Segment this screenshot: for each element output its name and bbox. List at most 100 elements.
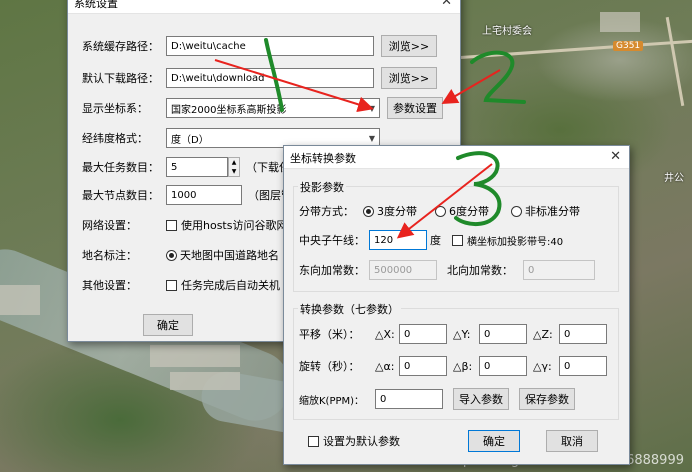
hosts-checkbox[interactable] [166, 219, 177, 231]
max-node-row: 最大节点数目： 1000 （图层管 [82, 185, 292, 205]
transform-group-title: 转换参数（七参数） [298, 301, 401, 317]
dgamma-label: △γ: [533, 359, 552, 373]
shift-label: 平移（米）： [299, 328, 360, 341]
building-block [170, 372, 240, 390]
central-meridian-input[interactable]: 120 [369, 230, 427, 250]
place-label-label: 地名标注： [82, 249, 137, 262]
zone-label: 分带方式： [299, 205, 354, 218]
shift-row: 平移（米）： △X: 0 △Y: 0 △Z: 0 [299, 324, 607, 344]
dy-input[interactable]: 0 [479, 324, 527, 344]
param-settings-button[interactable]: 参数设置 [387, 97, 443, 119]
import-params-button[interactable]: 导入参数 [453, 388, 509, 410]
scale-label: 缩放K(PPM)： [299, 395, 365, 407]
lonlat-format-value: 度（D） [171, 134, 209, 146]
dz-input[interactable]: 0 [559, 324, 607, 344]
add-zone-checkbox[interactable] [452, 234, 463, 246]
rotation-row: 旋转（秒）： △α: 0 △β: 0 △γ: 0 [299, 356, 607, 376]
scale-row: 缩放K(PPM)： 0 导入参数 保存参数 [299, 388, 575, 410]
coord-system-select[interactable]: 国家2000坐标系高斯投影 ▼ [166, 98, 380, 118]
default-row: 设置为默认参数 [308, 433, 400, 449]
east-offset-input[interactable]: 500000 [369, 260, 437, 280]
max-node-input[interactable]: 1000 [166, 185, 242, 205]
coord-system-row: 显示坐标系： 国家2000坐标系高斯投影 ▼ 参数设置 [82, 97, 443, 119]
auto-shutdown-checkbox[interactable] [166, 279, 177, 291]
auto-shutdown-label: 任务完成后自动关机 [181, 279, 280, 292]
map-place-label-east: 井公 [664, 173, 684, 184]
dgamma-input[interactable]: 0 [559, 356, 607, 376]
coord-system-value: 国家2000坐标系高斯投影 [171, 104, 287, 116]
place-label-row: 地名标注： 天地图中国道路地名 [82, 247, 279, 263]
lonlat-format-label: 经纬度格式： [82, 132, 148, 145]
zone-row: 分带方式： 3度分带 6度分带 非标准分带 [299, 203, 580, 219]
chevron-down-icon: ▼ [368, 103, 375, 113]
dx-input[interactable]: 0 [399, 324, 447, 344]
dy-label: △Y: [453, 327, 471, 341]
north-offset-input[interactable]: 0 [523, 260, 595, 280]
title-bar: 系统设置 ✕ [68, 0, 460, 14]
road-badge: G351 [613, 41, 644, 51]
zone-3deg-radio[interactable] [363, 205, 374, 217]
tianditu-option-label: 天地图中国道路地名 [180, 249, 279, 262]
cache-path-label: 系统缓存路径： [82, 40, 159, 53]
tianditu-radio[interactable] [166, 249, 177, 261]
dbeta-label: △β: [453, 359, 473, 373]
dialog-title: 坐标转换参数 [290, 152, 356, 165]
other-settings-row: 其他设置： 任务完成后自动关机 [82, 277, 280, 293]
zone-6deg-label: 6度分带 [449, 205, 489, 218]
max-task-input[interactable]: 5 [166, 157, 228, 177]
main-ok-button[interactable]: 确定 [143, 314, 193, 336]
central-meridian-unit: 度 [430, 234, 441, 247]
max-node-label: 最大节点数目： [82, 189, 159, 202]
download-path-label: 默认下载路径： [82, 72, 159, 85]
map-place-label: 上宅村委会 [482, 26, 532, 37]
set-default-label: 设置为默认参数 [323, 435, 400, 448]
param-ok-button[interactable]: 确定 [468, 430, 520, 452]
east-offset-label: 东向加常数： [299, 264, 365, 277]
north-offset-label: 北向加常数： [447, 264, 513, 277]
cache-path-row: 系统缓存路径： D:\weitu\cache 浏览>> [82, 35, 437, 57]
building-block [0, 285, 40, 315]
building-block [600, 12, 640, 32]
other-settings-label: 其他设置： [82, 279, 137, 292]
set-default-checkbox[interactable] [308, 435, 319, 447]
coord-param-dialog: 坐标转换参数 ✕ 投影参数 分带方式： 3度分带 6度分带 非标准分带 中央子午… [283, 145, 630, 465]
projection-group-title: 投影参数 [298, 179, 346, 195]
zone-3deg-label: 3度分带 [377, 205, 417, 218]
rotation-label: 旋转（秒）： [299, 360, 360, 373]
road-line [455, 39, 692, 60]
close-icon[interactable]: ✕ [610, 149, 621, 164]
zone-6deg-radio[interactable] [435, 205, 446, 217]
offset-row: 东向加常数： 500000 北向加常数： 0 [299, 260, 595, 280]
title-bar: 坐标转换参数 ✕ [284, 146, 629, 169]
dalpha-label: △α: [375, 359, 395, 373]
max-task-stepper[interactable]: ▲ ▼ [228, 157, 240, 177]
save-params-button[interactable]: 保存参数 [519, 388, 575, 410]
cache-path-input[interactable]: D:\weitu\cache [166, 36, 374, 56]
network-label: 网络设置： [82, 219, 137, 232]
dbeta-input[interactable]: 0 [479, 356, 527, 376]
hosts-option-label: 使用hosts访问谷歌网络 [181, 219, 299, 232]
zone-custom-radio[interactable] [511, 205, 522, 217]
chevron-down-icon: ▼ [368, 133, 375, 143]
max-task-label: 最大任务数目： [82, 161, 159, 174]
central-meridian-row: 中央子午线： 120 度 横坐标加投影带号:40 [299, 230, 563, 250]
road-line-vertical [665, 16, 685, 107]
scale-input[interactable]: 0 [375, 389, 443, 409]
close-icon[interactable]: ✕ [441, 0, 452, 9]
coord-system-label: 显示坐标系： [82, 102, 148, 115]
dz-label: △Z: [533, 327, 553, 341]
network-row: 网络设置： 使用hosts访问谷歌网络 [82, 217, 298, 233]
dialog-title: 系统设置 [74, 0, 118, 10]
download-path-row: 默认下载路径： D:\weitu\download 浏览>> [82, 67, 437, 89]
add-zone-label: 横坐标加投影带号:40 [467, 236, 564, 248]
browse-cache-button[interactable]: 浏览>> [381, 35, 437, 57]
zone-custom-label: 非标准分带 [525, 205, 580, 218]
dx-label: △X: [375, 327, 395, 341]
building-block [150, 345, 240, 367]
browse-download-button[interactable]: 浏览>> [381, 67, 437, 89]
param-cancel-button[interactable]: 取消 [546, 430, 598, 452]
central-meridian-label: 中央子午线： [299, 234, 365, 247]
download-path-input[interactable]: D:\weitu\download [166, 68, 374, 88]
dalpha-input[interactable]: 0 [399, 356, 447, 376]
max-task-row: 最大任务数目： 5 ▲ ▼ （下载任 [82, 157, 290, 177]
